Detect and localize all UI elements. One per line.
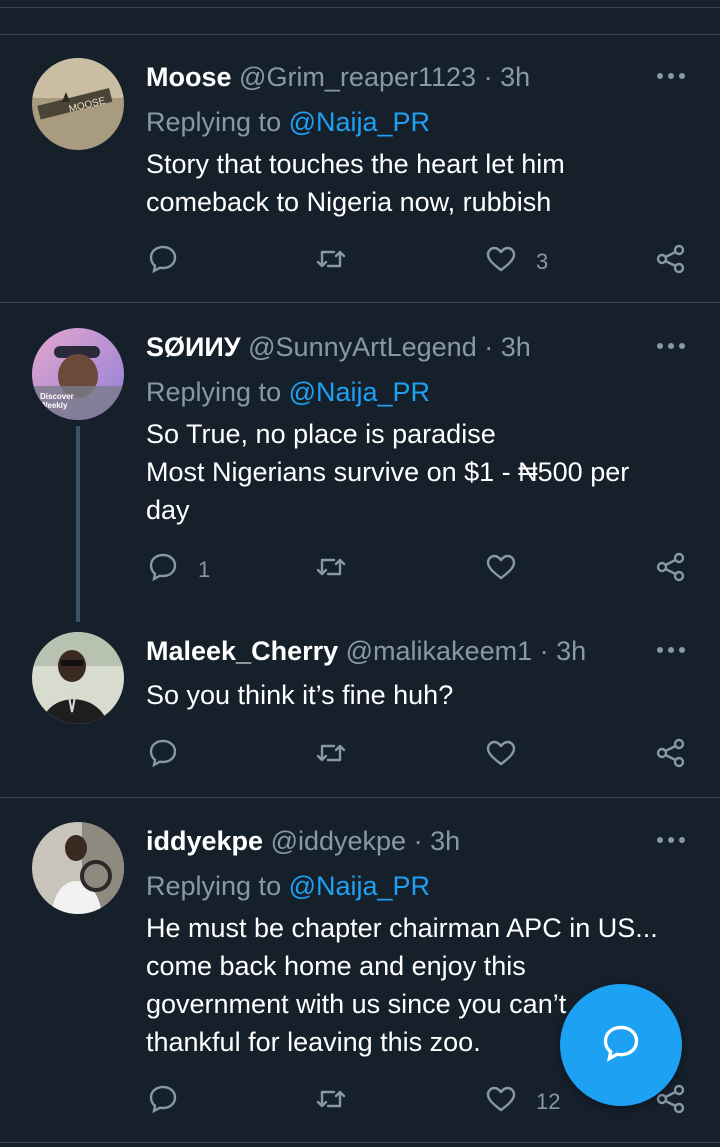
heart-icon [484,550,518,590]
tweet-header: Maleek_Cherry @malikakeem1 · 3h [146,634,586,668]
tweet-text-line: Most Nigerians survive on $1 - ₦500 per [146,457,630,487]
like-count: 12 [536,1089,561,1114]
display-name[interactable]: SØИИУ [146,332,241,362]
compose-reply-icon [599,1021,643,1070]
tweet-text: So True, no place is paradise Most Niger… [146,415,686,529]
tweet-actions: 1 [0,550,720,590]
replying-to-label: Replying to [146,377,289,407]
replying-to-handle[interactable]: @Naija_PR [289,871,430,901]
avatar[interactable] [32,822,124,914]
avatar[interactable]: MOOSE [32,58,124,150]
like-button[interactable]: 12 [484,1082,560,1122]
tweet-text-line: day [146,495,190,525]
reply-button[interactable] [146,1082,198,1122]
separator-dot: · [539,636,549,666]
separator-dot: · [483,62,493,92]
tweet-actions: 3 [0,242,720,282]
replying-to-handle[interactable]: @Naija_PR [289,107,430,137]
like-button[interactable] [484,550,536,590]
tweet-text-line: come back home and enjoy this [146,951,526,981]
retweet-icon [314,736,348,776]
divider [0,302,720,303]
user-handle[interactable]: @malikakeem1 [346,636,532,666]
replying-to-label: Replying to [146,107,289,137]
reply-button[interactable] [146,242,198,282]
tweet-text: Story that touches the heart let him com… [146,145,686,221]
tweet-text-line: He must be chapter chairman APC in US... [146,913,658,943]
tweet-header: iddyekpe @iddyekpe · 3h [146,824,460,858]
more-horizontal-icon[interactable] [656,336,686,356]
replying-to: Replying to @Naija_PR [146,869,430,903]
replying-to-label: Replying to [146,871,289,901]
reply-button[interactable]: 1 [146,550,210,590]
share-icon [654,550,688,590]
retweet-button[interactable] [314,736,366,776]
display-name[interactable]: Maleek_Cherry [146,636,338,666]
share-icon [654,736,688,776]
share-icon [654,242,688,282]
retweet-button[interactable] [314,242,366,282]
reply-bubble-icon [146,1082,180,1122]
retweet-icon [314,1082,348,1122]
user-handle[interactable]: @SunnyArtLegend [248,332,477,362]
user-handle[interactable]: @Grim_reaper1123 [239,62,476,92]
separator-dot: · [413,826,423,856]
tweet-actions [0,736,720,776]
retweet-button[interactable] [314,550,366,590]
divider [0,797,720,798]
heart-icon [484,736,518,776]
like-button[interactable]: 3 [484,242,548,282]
replying-to: Replying to @Naija_PR [146,375,430,409]
display-name[interactable]: iddyekpe [146,826,263,856]
display-name[interactable]: Moose [146,62,232,92]
more-horizontal-icon[interactable] [656,640,686,660]
timestamp[interactable]: 3h [556,636,586,666]
retweet-icon [314,550,348,590]
reply-button[interactable] [146,736,198,776]
retweet-button[interactable] [314,1082,366,1122]
user-handle[interactable]: @iddyekpe [271,826,407,856]
reply-bubble-icon [146,550,180,590]
tweet-header: SØИИУ @SunnyArtLegend · 3h [146,330,531,364]
share-button[interactable] [654,736,688,776]
tweet-text-line: comeback to Nigeria now, rubbish [146,187,552,217]
tweet-text-line: Story that touches the heart let him [146,149,565,179]
tweet-text-line: So you think it’s fine huh? [146,680,454,710]
timestamp[interactable]: 3h [501,332,531,362]
avatar[interactable]: Discover Weekly [32,328,124,420]
thread-connector [76,426,80,622]
timestamp[interactable]: 3h [430,826,460,856]
reply-bubble-icon [146,242,180,282]
share-button[interactable] [654,550,688,590]
heart-icon [484,242,518,282]
more-horizontal-icon[interactable] [656,66,686,86]
compose-reply-button[interactable] [560,984,682,1106]
divider [0,1142,720,1143]
heart-icon [484,1082,518,1122]
tweet-text: So you think it’s fine huh? [146,676,686,714]
avatar-caption: Discover [40,392,74,401]
like-count: 3 [536,249,549,274]
like-button[interactable] [484,736,536,776]
more-horizontal-icon[interactable] [656,830,686,850]
reply-bubble-icon [146,736,180,776]
timestamp[interactable]: 3h [500,62,530,92]
tweet-header: Moose @Grim_reaper1123 · 3h [146,60,530,94]
avatar[interactable] [32,632,124,724]
top-divider [0,7,720,8]
retweet-icon [314,242,348,282]
divider [0,34,720,35]
reply-count: 1 [198,557,211,582]
tweet-text-line: So True, no place is paradise [146,419,496,449]
replying-to: Replying to @Naija_PR [146,105,430,139]
share-button[interactable] [654,242,688,282]
replying-to-handle[interactable]: @Naija_PR [289,377,430,407]
separator-dot: · [484,332,494,362]
avatar-caption: Weekly [40,401,68,410]
